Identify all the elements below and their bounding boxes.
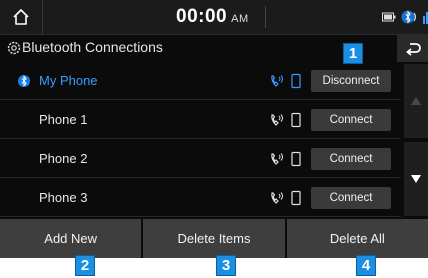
device-row-phone-2[interactable]: Phone 2 Connect	[0, 140, 401, 178]
bluetooth-phone-icon	[401, 10, 417, 24]
callout-badge-4: 4	[356, 255, 376, 276]
status-divider	[265, 6, 266, 28]
handsfree-call-icon	[271, 153, 283, 165]
device-row-phone-1[interactable]: Phone 1 Connect	[0, 101, 401, 139]
device-name: Phone 1	[39, 112, 88, 127]
audio-streaming-icon	[291, 112, 301, 128]
device-row-phone-3[interactable]: Phone 3 Connect	[0, 179, 401, 217]
back-button[interactable]	[397, 35, 428, 62]
clock-ampm: AM	[231, 13, 249, 25]
callout-badge-1: 1	[343, 43, 363, 64]
scroll-down-button[interactable]	[404, 142, 428, 216]
status-bar: 00:00 AM	[0, 0, 428, 35]
home-button[interactable]	[0, 0, 43, 34]
gear-icon	[7, 41, 21, 55]
page-title: Bluetooth Connections	[22, 39, 163, 55]
connect-button[interactable]: Connect	[311, 148, 391, 170]
bottom-button-bar: Add New Delete Items Delete All	[0, 219, 428, 258]
device-name: My Phone	[39, 73, 98, 88]
clock-time: 00:00	[176, 6, 228, 27]
handsfree-call-icon	[271, 114, 283, 126]
battery-icon	[382, 12, 396, 22]
title-bar: Bluetooth Connections	[0, 35, 428, 62]
delete-all-button[interactable]: Delete All	[286, 219, 428, 258]
bluetooth-icon	[18, 75, 30, 87]
disconnect-button[interactable]: Disconnect	[311, 70, 391, 92]
bluetooth-connections-screen: 00:00 AM Bluetooth Connections My Phone …	[0, 0, 428, 258]
device-name: Phone 3	[39, 190, 88, 205]
device-list: My Phone Disconnect Phone 1 Connect Phon…	[0, 62, 401, 217]
triangle-up-icon	[411, 97, 421, 105]
device-row-my-phone[interactable]: My Phone Disconnect	[0, 62, 401, 100]
status-icons	[382, 8, 428, 26]
scroll-up-button[interactable]	[404, 64, 428, 138]
connect-button[interactable]: Connect	[311, 109, 391, 131]
connect-button[interactable]: Connect	[311, 187, 391, 209]
clock: 00:00 AM	[176, 6, 262, 30]
audio-streaming-icon	[291, 73, 301, 89]
signal-icon	[423, 12, 428, 24]
callout-badge-2: 2	[75, 255, 95, 276]
handsfree-call-icon	[271, 75, 283, 87]
audio-streaming-icon	[291, 190, 301, 206]
add-new-button[interactable]: Add New	[0, 219, 142, 258]
back-arrow-icon	[405, 42, 421, 56]
delete-items-button[interactable]: Delete Items	[143, 219, 285, 258]
home-icon	[13, 9, 29, 25]
audio-streaming-icon	[291, 151, 301, 167]
triangle-down-icon	[411, 175, 421, 183]
callout-badge-3: 3	[216, 255, 236, 276]
device-name: Phone 2	[39, 151, 88, 166]
handsfree-call-icon	[271, 192, 283, 204]
